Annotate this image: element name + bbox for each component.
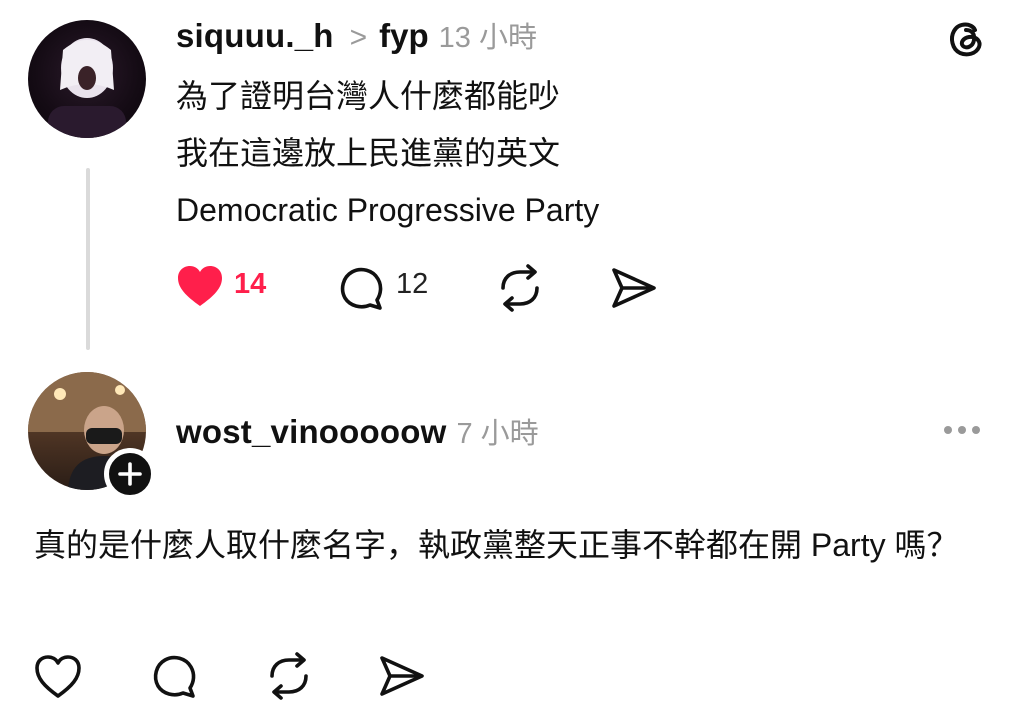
avatar-image xyxy=(48,38,126,138)
reply-body: 真的是什麼人取什麼名字，執政黨整天正事不幹都在開 Party 嗎？ xyxy=(34,527,959,563)
comment-icon xyxy=(153,655,196,698)
post-time: 13 小時 xyxy=(438,22,537,54)
more-button[interactable] xyxy=(940,420,984,440)
chevron-right-icon: > xyxy=(349,21,368,54)
like-button[interactable] xyxy=(176,264,224,310)
thread-connector-line xyxy=(86,168,90,350)
post-header: siquuu._h > fyp 13 小時 xyxy=(176,14,537,58)
repost-icon xyxy=(501,264,539,312)
reply-comment-button[interactable] xyxy=(150,652,198,700)
heart-outline-icon xyxy=(35,655,81,698)
threads-logo-icon[interactable] xyxy=(944,16,988,60)
plus-icon xyxy=(118,462,142,486)
like-count: 14 xyxy=(234,268,267,300)
comment-button[interactable] xyxy=(337,264,385,312)
reply-username[interactable]: wost_vinooooow xyxy=(176,413,446,451)
heart-filled-icon xyxy=(178,266,222,306)
post-username[interactable]: siquuu._h xyxy=(176,17,334,55)
post-topic-tag[interactable]: fyp xyxy=(379,17,429,55)
follow-button[interactable] xyxy=(104,448,156,500)
reply-count: 12 xyxy=(396,268,429,300)
reply-repost-button[interactable] xyxy=(264,652,314,700)
reply-share-button[interactable] xyxy=(378,654,426,698)
reply-header: wost_vinooooow 7 小時 xyxy=(176,410,539,454)
share-button[interactable] xyxy=(610,266,658,310)
more-icon xyxy=(944,426,980,434)
comment-icon xyxy=(340,267,383,310)
post-line-1: 為了證明台灣人什麼都能吵 xyxy=(176,78,561,114)
repost-button[interactable] xyxy=(495,264,545,312)
post-line-2: 我在這邊放上民進黨的英文 xyxy=(176,135,561,171)
reply-time: 7 小時 xyxy=(456,418,539,450)
avatar-siquuu[interactable] xyxy=(28,20,146,138)
post-line-3: Democratic Progressive Party xyxy=(176,192,600,228)
share-icon xyxy=(612,268,656,308)
reply-like-button[interactable] xyxy=(34,654,82,700)
share-icon xyxy=(380,656,424,696)
repost-icon xyxy=(270,652,308,700)
